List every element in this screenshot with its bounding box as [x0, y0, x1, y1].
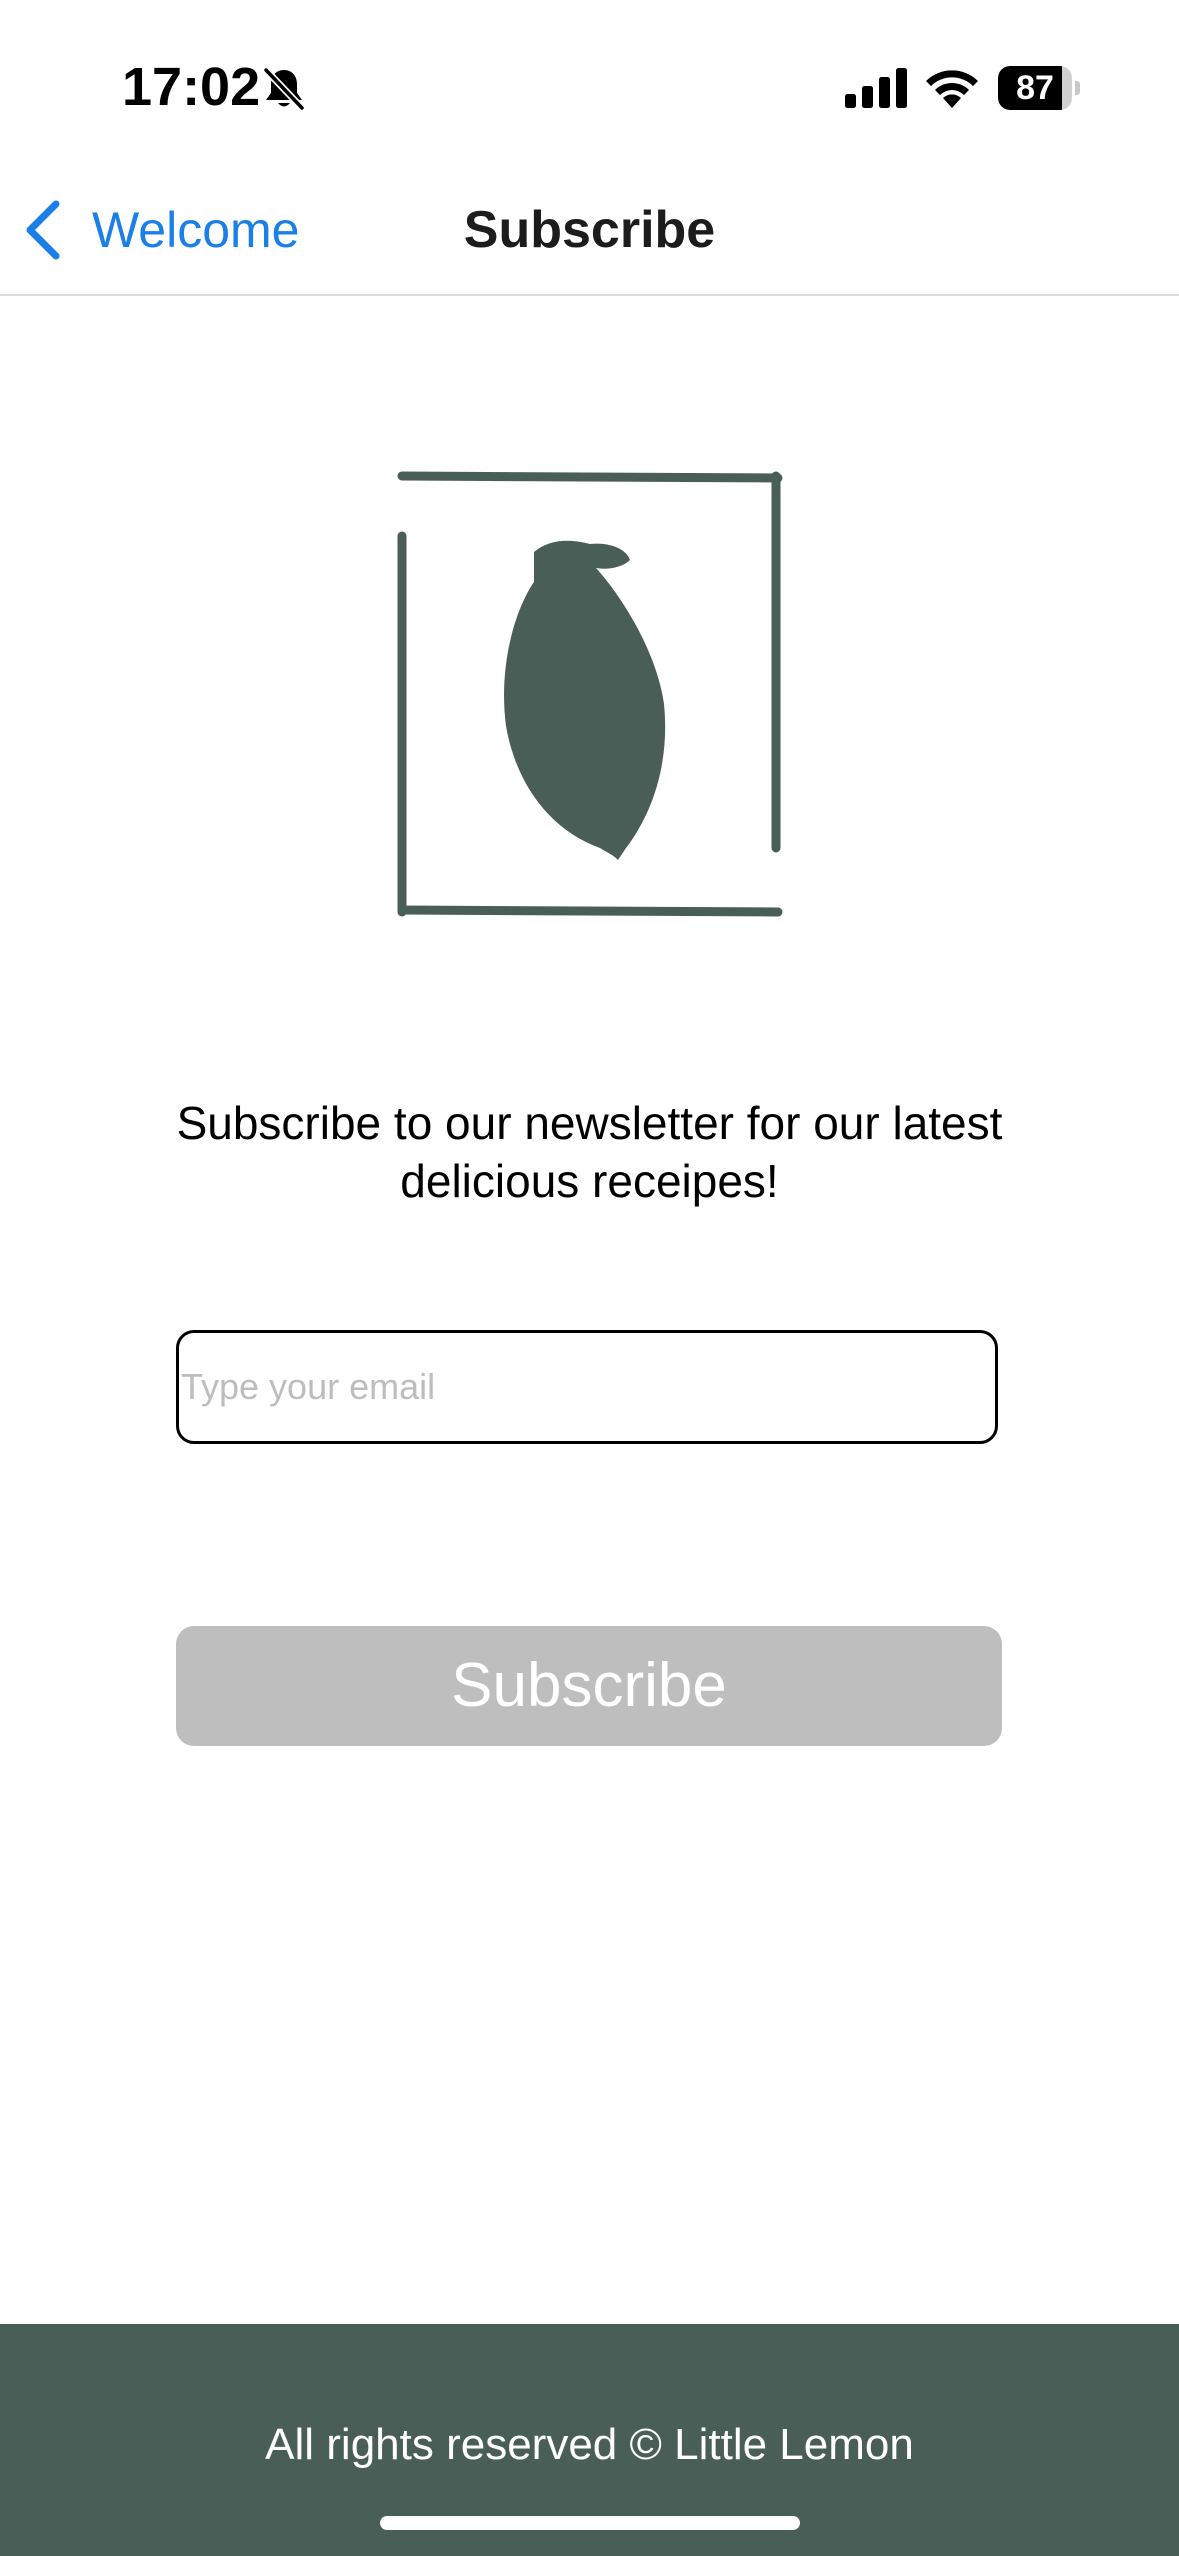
- battery-icon: 87: [998, 66, 1080, 110]
- back-button-label[interactable]: Welcome: [92, 201, 299, 259]
- bell-slash-icon: [262, 66, 306, 112]
- subscribe-button[interactable]: Subscribe: [176, 1626, 1002, 1746]
- email-field[interactable]: [176, 1330, 998, 1444]
- back-button[interactable]: Welcome: [22, 190, 299, 270]
- status-time: 17:02: [122, 57, 261, 117]
- navigation-bar: Subscribe Welcome: [0, 170, 1179, 296]
- footer-copyright: All rights reserved © Little Lemon: [265, 2420, 914, 2469]
- cellular-signal-icon: [845, 68, 907, 108]
- newsletter-description: Subscribe to our newsletter for our late…: [176, 1097, 1003, 1207]
- wifi-icon: [926, 70, 978, 108]
- chevron-left-icon[interactable]: [22, 200, 64, 260]
- subscribe-screen: 17:02 87 Subscribe Welcome Subscribe to …: [0, 0, 1179, 2556]
- lemon-logo-icon: [397, 471, 783, 917]
- status-bar: 17:02 87: [0, 0, 1179, 170]
- battery-level: 87: [1016, 69, 1054, 107]
- home-indicator[interactable]: [380, 2516, 800, 2530]
